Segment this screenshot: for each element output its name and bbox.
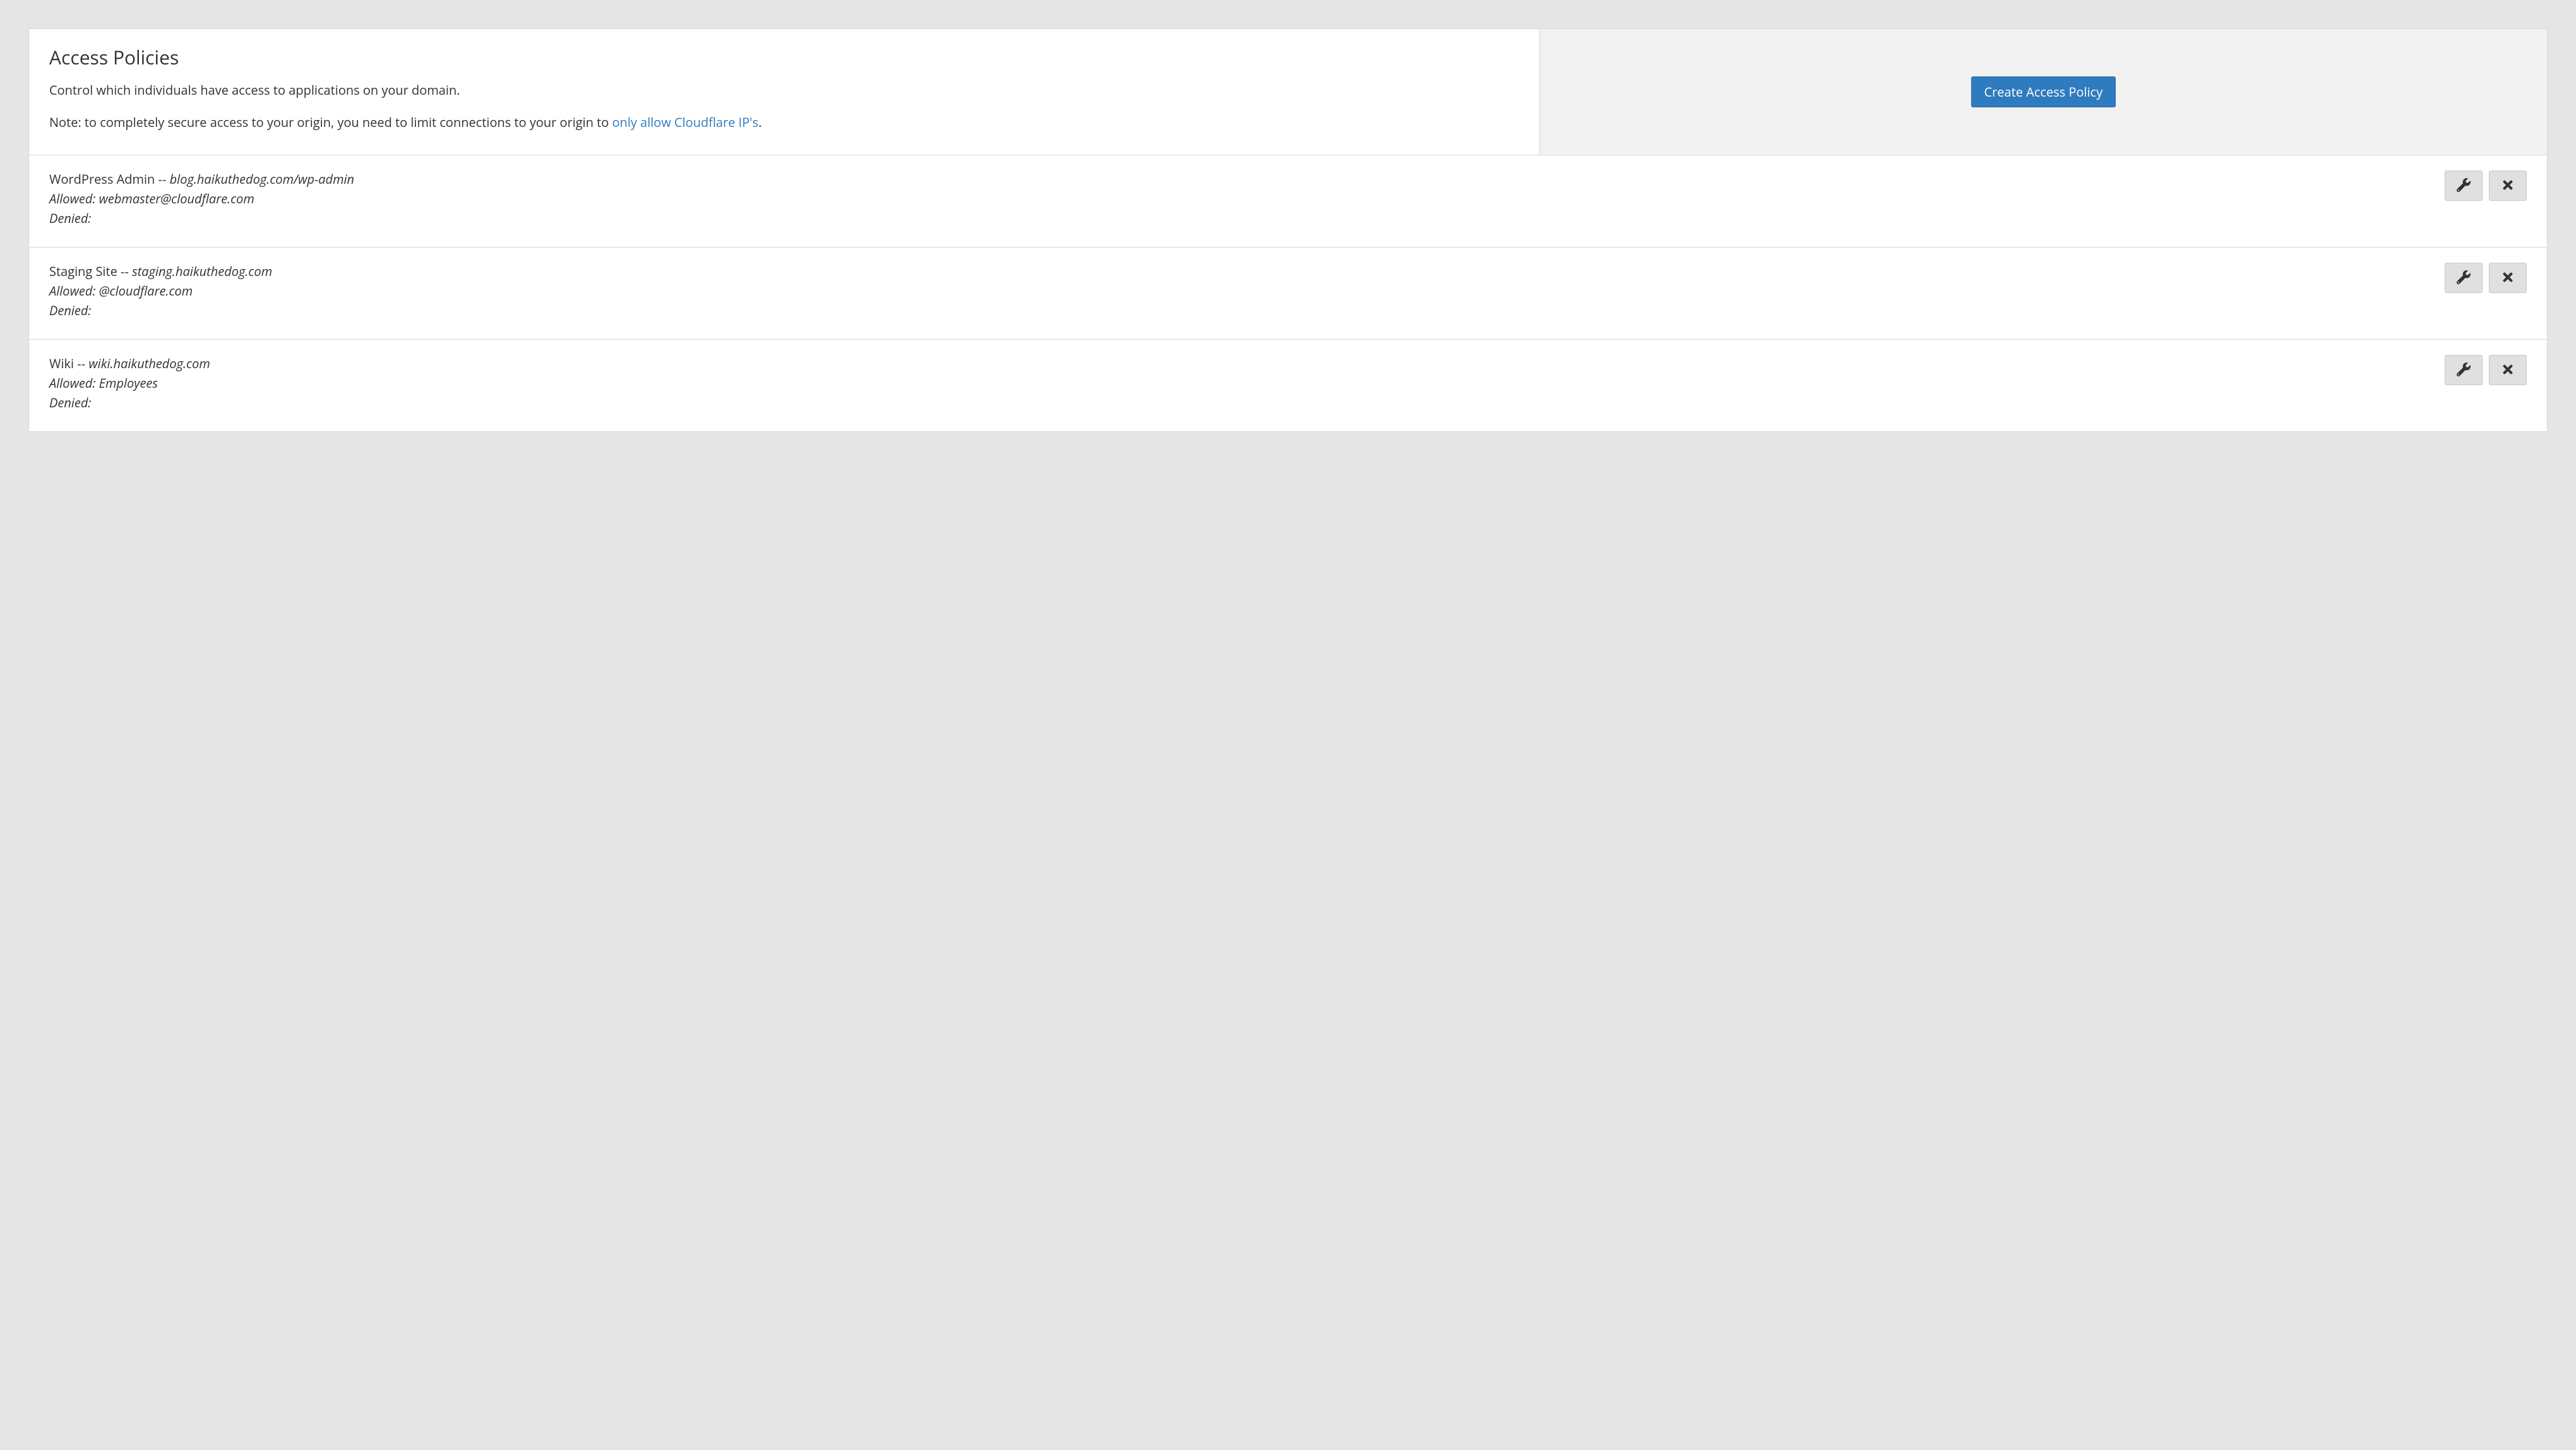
policy-path: blog.haikuthedog.com/wp-admin: [170, 171, 354, 188]
page-description: Control which individuals have access to…: [49, 81, 1519, 99]
policy-row: WordPress Admin -- blog.haikuthedog.com/…: [29, 155, 2547, 248]
edit-policy-button[interactable]: [2445, 263, 2483, 293]
close-icon: [2501, 362, 2515, 378]
policy-denied-line: Denied:: [49, 301, 2445, 320]
policy-separator: --: [117, 263, 132, 280]
policy-separator: --: [155, 171, 169, 188]
policy-path: staging.haikuthedog.com: [132, 263, 272, 280]
close-icon: [2501, 270, 2515, 286]
wrench-icon: [2457, 270, 2471, 286]
denied-label: Denied:: [49, 210, 91, 227]
policies-list: WordPress Admin -- blog.haikuthedog.com/…: [29, 155, 2547, 431]
policy-name: WordPress Admin: [49, 171, 155, 188]
policy-denied-line: Denied:: [49, 208, 2445, 228]
card-header: Access Policies Control which individual…: [29, 29, 2547, 155]
page-note: Note: to completely secure access to you…: [49, 113, 1519, 132]
policy-actions: [2445, 261, 2527, 293]
policy-denied-line: Denied:: [49, 393, 2445, 412]
policy-path: wiki.haikuthedog.com: [88, 355, 210, 372]
policy-title-line: Wiki -- wiki.haikuthedog.com: [49, 354, 2445, 373]
policy-name: Staging Site: [49, 263, 117, 280]
edit-policy-button[interactable]: [2445, 355, 2483, 385]
allowed-label: Allowed:: [49, 282, 99, 299]
policy-info: Staging Site -- staging.haikuthedog.com …: [49, 261, 2445, 320]
wrench-icon: [2457, 362, 2471, 378]
policy-row: Wiki -- wiki.haikuthedog.com Allowed: Em…: [29, 340, 2547, 431]
policy-allowed-line: Allowed: webmaster@cloudflare.com: [49, 189, 2445, 208]
delete-policy-button[interactable]: [2489, 263, 2527, 293]
note-suffix: .: [758, 114, 761, 131]
header-content: Access Policies Control which individual…: [29, 29, 1540, 155]
policy-title-line: WordPress Admin -- blog.haikuthedog.com/…: [49, 169, 2445, 189]
delete-policy-button[interactable]: [2489, 355, 2527, 385]
allowed-label: Allowed:: [49, 374, 99, 392]
policy-row: Staging Site -- staging.haikuthedog.com …: [29, 248, 2547, 340]
allowed-value: @cloudflare.com: [99, 282, 193, 299]
delete-policy-button[interactable]: [2489, 171, 2527, 201]
allowed-value: webmaster@cloudflare.com: [99, 190, 254, 207]
header-action-area: Create Access Policy: [1540, 29, 2547, 155]
note-prefix: Note: to completely secure access to you…: [49, 114, 612, 131]
denied-label: Denied:: [49, 302, 91, 319]
denied-label: Denied:: [49, 394, 91, 411]
policy-actions: [2445, 169, 2527, 201]
edit-policy-button[interactable]: [2445, 171, 2483, 201]
policy-info: Wiki -- wiki.haikuthedog.com Allowed: Em…: [49, 354, 2445, 412]
policy-title-line: Staging Site -- staging.haikuthedog.com: [49, 261, 2445, 281]
close-icon: [2501, 178, 2515, 194]
policy-info: WordPress Admin -- blog.haikuthedog.com/…: [49, 169, 2445, 228]
create-access-policy-button[interactable]: Create Access Policy: [1971, 76, 2116, 107]
policy-separator: --: [74, 355, 88, 372]
wrench-icon: [2457, 178, 2471, 194]
allowed-label: Allowed:: [49, 190, 99, 207]
page-title: Access Policies: [49, 44, 1519, 70]
policy-actions: [2445, 354, 2527, 385]
allowed-value: Employees: [99, 374, 158, 392]
access-policies-card: Access Policies Control which individual…: [28, 28, 2548, 432]
cloudflare-ips-link[interactable]: only allow Cloudflare IP's: [612, 114, 759, 131]
policy-allowed-line: Allowed: Employees: [49, 373, 2445, 393]
policy-allowed-line: Allowed: @cloudflare.com: [49, 281, 2445, 301]
policy-name: Wiki: [49, 355, 74, 372]
